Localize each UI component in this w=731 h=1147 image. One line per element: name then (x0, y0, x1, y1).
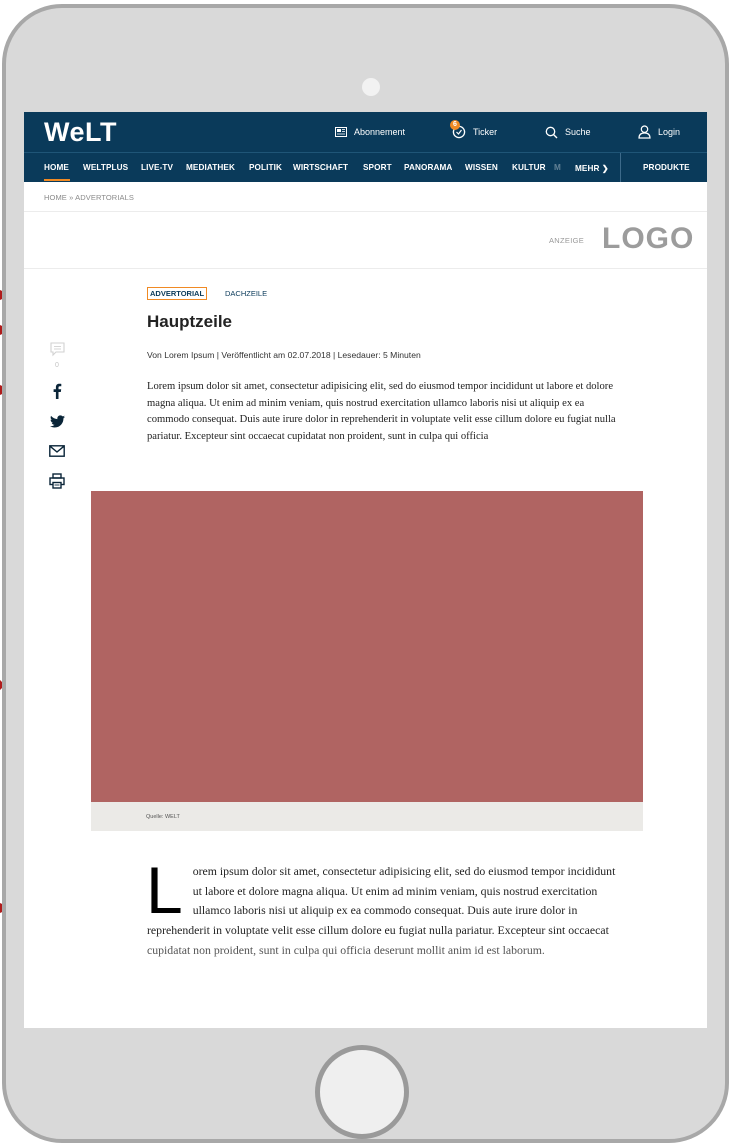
abonnement-label: Abonnement (354, 127, 406, 137)
nav-item-weltplus[interactable]: WELTPLUS (83, 163, 128, 172)
nav-item-home[interactable]: HOME (44, 163, 69, 172)
newspaper-icon (335, 127, 347, 137)
nav-item-panorama[interactable]: PANORAMA (404, 163, 452, 172)
comment-button[interactable] (46, 342, 68, 357)
dachzeile: DACHZEILE (225, 289, 268, 298)
image-caption: Quelle: WELT (146, 814, 180, 820)
anzeige-label: ANZEIGE (549, 236, 585, 245)
dropcap: L (146, 853, 183, 927)
nav-item-wissen[interactable]: WISSEN (465, 163, 498, 172)
main-nav: HOME WELTPLUS LIVE-TV MEDIATHEK POLITIK … (24, 152, 707, 182)
nav-more-button[interactable]: MEHR ❯ (575, 163, 609, 173)
share-email-button[interactable] (46, 445, 68, 457)
camera (362, 78, 380, 96)
nav-item-politik[interactable]: POLITIK (249, 163, 282, 172)
user-icon (638, 125, 651, 139)
home-button[interactable] (315, 1045, 409, 1139)
content-fade (24, 932, 707, 1028)
abonnement-link[interactable]: Abonnement (335, 124, 405, 140)
share-twitter-button[interactable] (46, 415, 68, 428)
tablet-screen: WeLT Abonnement Ticker 6 Suche Login HOM… (24, 112, 707, 1028)
search-icon (545, 126, 558, 138)
nav-item-wirtschaft[interactable]: WIRTSCHAFT (293, 163, 348, 172)
comment-icon (49, 342, 65, 357)
byline: Von Lorem Ipsum | Veröffentlicht am 02.0… (147, 350, 421, 360)
nav-item-mediathek[interactable]: MEDIATHEK (186, 163, 235, 172)
print-button[interactable] (46, 473, 68, 489)
article-image[interactable] (91, 491, 643, 802)
share-facebook-button[interactable] (46, 383, 68, 399)
nav-item-truncated[interactable]: M (554, 163, 561, 172)
divider (24, 268, 707, 269)
nav-item-kultur[interactable]: KULTUR (512, 163, 546, 172)
facebook-icon (53, 383, 62, 399)
intro-paragraph: Lorem ipsum dolor sit amet, consectetur … (147, 381, 616, 442)
login-link[interactable]: Login (638, 124, 680, 140)
comment-count: 0 (55, 362, 59, 369)
nav-active-indicator (44, 179, 70, 181)
divider (24, 211, 707, 212)
headline: Hauptzeile (147, 312, 233, 331)
breadcrumb[interactable]: HOME » ADVERTORIALS (44, 193, 134, 202)
advertorial-tag: ADVERTORIAL (147, 287, 208, 300)
ticker-badge: 6 (450, 120, 460, 130)
suche-label: Suche (565, 127, 591, 137)
search-link[interactable]: Suche (545, 124, 591, 140)
twitter-icon (49, 415, 65, 428)
advertiser-logo[interactable]: LOGO (602, 222, 694, 256)
ticker-label: Ticker (473, 127, 498, 137)
welt-logo[interactable]: WeLT (44, 117, 117, 147)
nav-item-sport[interactable]: SPORT (363, 163, 392, 172)
nav-produkte-button[interactable]: PRODUKTE (643, 163, 690, 172)
printer-icon (49, 473, 65, 489)
mail-icon (49, 445, 65, 457)
nav-divider (620, 153, 621, 182)
image-caption-bar: Quelle: WELT (91, 802, 643, 831)
top-bar: WeLT Abonnement Ticker 6 Suche Login (24, 112, 707, 152)
login-label: Login (658, 127, 681, 137)
nav-item-live-tv[interactable]: LIVE-TV (141, 163, 173, 172)
